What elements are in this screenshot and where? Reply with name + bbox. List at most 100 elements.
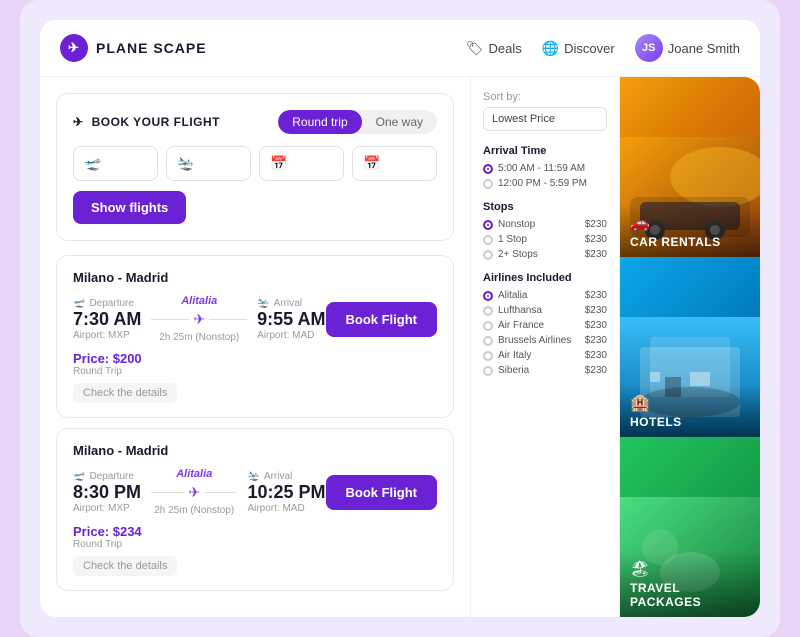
header: ✈ PLANE SCAPE 🏷 Deals 🌐 Discover JS Joan… [40, 20, 760, 77]
airline-2: Alitalia [176, 468, 212, 480]
airline-item-5[interactable]: Air Italy $230 [483, 350, 607, 361]
sort-label: Sort by: [483, 91, 607, 103]
stop-item-2[interactable]: 1 Stop $230 [483, 234, 607, 245]
package-icon: 🏖 [630, 559, 750, 579]
airline-label-6: Siberia [498, 365, 529, 376]
car-icon: 🚗 [630, 213, 750, 233]
departure-block-2: 🛫 Departure 8:30 PM Airport: MXP [73, 471, 141, 514]
book-button-1[interactable]: Book Flight [326, 302, 438, 337]
departure-block-1: 🛫 Departure 7:30 AM Airport: MXP [73, 298, 141, 341]
search-title: ✈ BOOK YOUR FLIGHT [73, 115, 220, 129]
stop-item-1-left: Nonstop [483, 219, 535, 230]
radio-airline-5 [483, 351, 493, 361]
user-profile[interactable]: JS Joane Smith [635, 34, 740, 62]
airline-1: Alitalia [181, 295, 217, 307]
arrival-time-label-2: 12:00 PM - 5:59 PM [498, 178, 587, 189]
price-1: Price: $200 [73, 351, 142, 366]
stop-label-1: Nonstop [498, 219, 535, 230]
book-button-2[interactable]: Book Flight [326, 475, 438, 510]
filter-panel: Sort by: Lowest Price Arrival Time 5:00 … [470, 77, 620, 617]
flight-details-2: 🛫 Departure 8:30 PM Airport: MXP Alitali… [73, 468, 437, 516]
body-layout: ✈ BOOK YOUR FLIGHT Round trip One way 🛫 [40, 77, 760, 617]
airline-price-5: $230 [585, 350, 607, 361]
hotels-label: HOTELS [630, 415, 750, 429]
flight-line-2: ✈ [151, 484, 237, 501]
radio-airline-6 [483, 366, 493, 376]
airline-item-3[interactable]: Air France $230 [483, 320, 607, 331]
stop-item-3-left: 2+ Stops [483, 249, 538, 260]
stops-filter: Stops Nonstop $230 1 Stop $230 [483, 201, 607, 260]
search-title-text: BOOK YOUR FLIGHT [92, 115, 220, 129]
check-details-2[interactable]: Check the details [73, 556, 177, 576]
airline-label-4: Brussels Airlines [498, 335, 571, 346]
deals-icon: 🏷 [466, 40, 484, 57]
user-name: Joane Smith [668, 41, 740, 56]
arrival-time-item-2-left: 12:00 PM - 5:59 PM [483, 178, 587, 189]
radio-arrival-2 [483, 179, 493, 189]
stop-item-1[interactable]: Nonstop $230 [483, 219, 607, 230]
nav-deals[interactable]: 🏷 Deals [466, 40, 522, 57]
airline-item-6[interactable]: Siberia $230 [483, 365, 607, 376]
flight-bottom-1: Price: $200 Round Trip [73, 351, 437, 377]
airline-item-2[interactable]: Lufthansa $230 [483, 305, 607, 316]
plane-icon-1: ✈ [193, 311, 205, 328]
radio-stop-2 [483, 235, 493, 245]
logo-icon: ✈ [60, 34, 88, 62]
price-block-1: Price: $200 Round Trip [73, 351, 142, 377]
departure-label-2: 🛫 Departure [73, 471, 141, 482]
arrival-label-2: 🛬 Arrival [247, 471, 325, 482]
promo-hotels[interactable]: 🏨 HOTELS [620, 257, 760, 437]
arrival-time-item-2[interactable]: 12:00 PM - 5:59 PM [483, 178, 607, 189]
app-name: PLANE SCAPE [96, 40, 207, 56]
duration-2: 2h 25m (Nonstop) [154, 505, 234, 516]
airline-item-1-left: Alitalia [483, 290, 527, 301]
stop-price-1: $230 [585, 219, 607, 230]
to-field[interactable]: 🛬 [166, 146, 251, 181]
flight-middle-1: Alitalia ✈ 2h 25m (Nonstop) [141, 295, 257, 343]
return-date-field[interactable]: 📅 [352, 146, 437, 181]
duration-1: 2h 25m (Nonstop) [159, 332, 239, 343]
calendar-icon-depart: 📅 [270, 155, 287, 172]
from-field[interactable]: 🛫 [73, 146, 158, 181]
sort-select[interactable]: Lowest Price [483, 107, 607, 131]
line-left-1 [151, 319, 189, 320]
nav-discover-label: Discover [564, 41, 615, 56]
right-panel: 🚗 CAR RENTALS [620, 77, 760, 617]
nav-right: 🏷 Deals 🌐 Discover JS Joane Smith [466, 34, 740, 62]
price-2: Price: $234 [73, 524, 142, 539]
main-card: ✈ PLANE SCAPE 🏷 Deals 🌐 Discover JS Joan… [40, 20, 760, 617]
airline-label-1: Alitalia [498, 290, 527, 301]
departure-airport-2: Airport: MXP [73, 503, 141, 514]
nav-discover[interactable]: 🌐 Discover [542, 40, 615, 57]
stop-label-3: 2+ Stops [498, 249, 538, 260]
arrival-airport-2: Airport: MAD [247, 503, 325, 514]
radio-arrival-1 [483, 164, 493, 174]
one-way-button[interactable]: One way [362, 110, 437, 134]
depart-date-field[interactable]: 📅 [259, 146, 344, 181]
airline-item-4[interactable]: Brussels Airlines $230 [483, 335, 607, 346]
round-trip-button[interactable]: Round trip [278, 110, 361, 134]
stop-item-3[interactable]: 2+ Stops $230 [483, 249, 607, 260]
trip-type-1: Round Trip [73, 366, 142, 377]
airline-item-1[interactable]: Alitalia $230 [483, 290, 607, 301]
line-left-2 [151, 492, 184, 493]
car-rentals-label: CAR RENTALS [630, 235, 750, 249]
airline-item-2-left: Lufthansa [483, 305, 542, 316]
airline-price-2: $230 [585, 305, 607, 316]
show-flights-button[interactable]: Show flights [73, 191, 186, 224]
check-details-1[interactable]: Check the details [73, 383, 177, 403]
airline-price-1: $230 [585, 290, 607, 301]
promo-overlay-2: 🏨 HOTELS [620, 385, 760, 437]
airline-price-4: $230 [585, 335, 607, 346]
arrival-time-2: 10:25 PM [247, 482, 325, 503]
flight-card-1: Milano - Madrid 🛫 Departure 7:30 AM Airp… [56, 255, 454, 418]
departure-icon-2: 🛫 [73, 471, 85, 482]
flight-line-1: ✈ [151, 311, 247, 328]
airline-price-6: $230 [585, 365, 607, 376]
search-section: ✈ BOOK YOUR FLIGHT Round trip One way 🛫 [56, 93, 454, 241]
arrival-time-item-1[interactable]: 5:00 AM - 11:59 AM [483, 163, 607, 174]
promo-car-rentals[interactable]: 🚗 CAR RENTALS [620, 77, 760, 257]
arrival-time-item-1-left: 5:00 AM - 11:59 AM [483, 163, 585, 174]
airline-label-2: Lufthansa [498, 305, 542, 316]
promo-travel-packages[interactable]: 🏖 TRAVEL PACKAGES [620, 437, 760, 617]
